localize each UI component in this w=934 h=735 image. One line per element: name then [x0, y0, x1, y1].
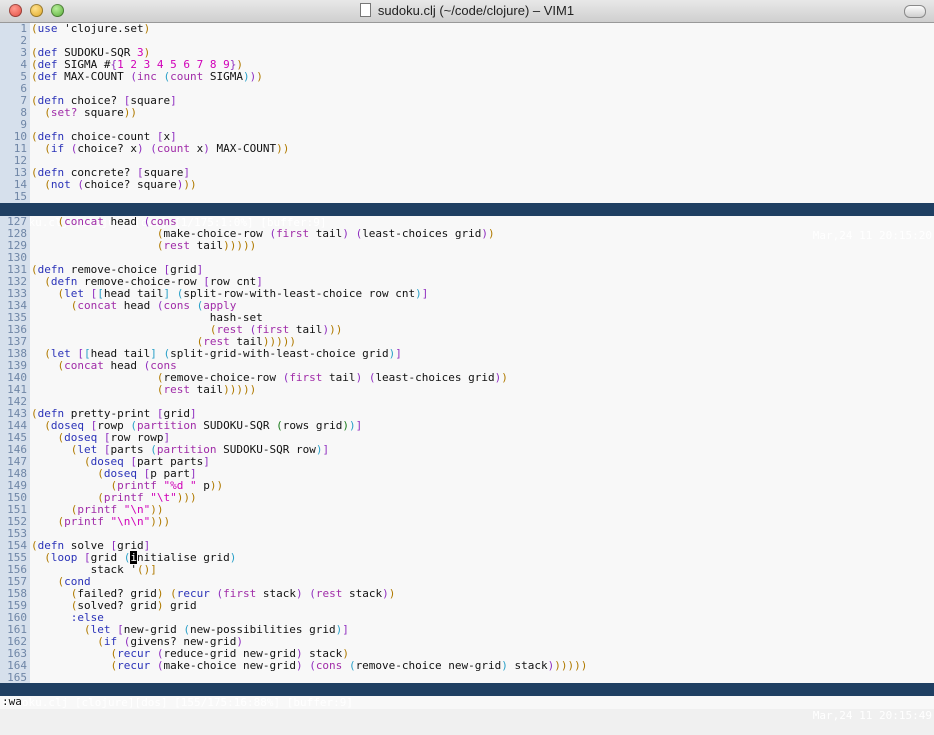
code-line[interactable]: 152 (printf "\n\n")))	[0, 516, 934, 528]
window-title-text: sudoku.clj (~/code/clojure) – VIM1	[377, 3, 575, 18]
editor-pane-bottom[interactable]: 127 (concat head (cons 128 (make-choice-r…	[0, 216, 934, 684]
code-line[interactable]: 141 (rest tail)))))	[0, 384, 934, 396]
window-title: sudoku.clj (~/code/clojure) – VIM1	[0, 0, 934, 22]
code-line[interactable]: 129 (rest tail)))))	[0, 240, 934, 252]
code-line[interactable]: 11 (if (choice? x) (count x) MAX-COUNT))	[0, 143, 934, 155]
code-text: (rest tail)))))	[156, 239, 257, 252]
title-bar: sudoku.clj (~/code/clojure) – VIM1	[0, 0, 934, 23]
code-line[interactable]: 156 stack '()]	[0, 564, 934, 576]
code-line[interactable]: 15	[0, 191, 934, 203]
code-text: (set? square))	[44, 106, 137, 119]
code-line[interactable]: 14 (not (choice? square)))	[0, 179, 934, 191]
vim-window: sudoku.clj (~/code/clojure) – VIM1 1 (use…	[0, 0, 934, 722]
code-line[interactable]: 164 (recur (make-choice new-grid) (cons …	[0, 660, 934, 672]
code-text: (def MAX-COUNT (inc (count SIGMA)))	[31, 70, 263, 83]
code-line[interactable]: 5 (def MAX-COUNT (inc (count SIGMA)))	[0, 71, 934, 83]
code-text: (rest tail)))))	[156, 383, 257, 396]
line-number: 15	[0, 191, 30, 203]
code-line[interactable]: 8 (set? square))	[0, 107, 934, 119]
toolbar-toggle[interactable]	[904, 5, 926, 18]
editor-pane-top[interactable]: 1 (use 'clojure.set) 2 3 (def SUDOKU-SQR 3) 4…	[0, 23, 934, 203]
code-text: (not (choice? square)))	[44, 178, 197, 191]
status-left-bottom: sudoku.clj [clojure][dos] [155/175:16:88…	[2, 696, 353, 709]
status-right-bottom: Mar,24 11 20:15:49	[812, 709, 932, 722]
code-line[interactable]: 7 (defn choice? [square]	[0, 95, 934, 107]
code-text: (use 'clojure.set)	[31, 22, 151, 35]
code-text: (printf "\n\n")))	[57, 515, 171, 528]
command-line[interactable]: :wa	[2, 696, 22, 708]
code-text: (if (choice? x) (count x) MAX-COUNT))	[44, 142, 290, 155]
status-line-bottom: sudoku.clj [clojure][dos] [155/175:16:88…	[0, 683, 934, 722]
code-text: (recur (make-choice new-grid) (cons (rem…	[110, 659, 588, 672]
code-line[interactable]: 1 (use 'clojure.set)	[0, 23, 934, 35]
code-line[interactable]: 159 (solved? grid) grid	[0, 600, 934, 612]
document-icon	[359, 3, 371, 17]
